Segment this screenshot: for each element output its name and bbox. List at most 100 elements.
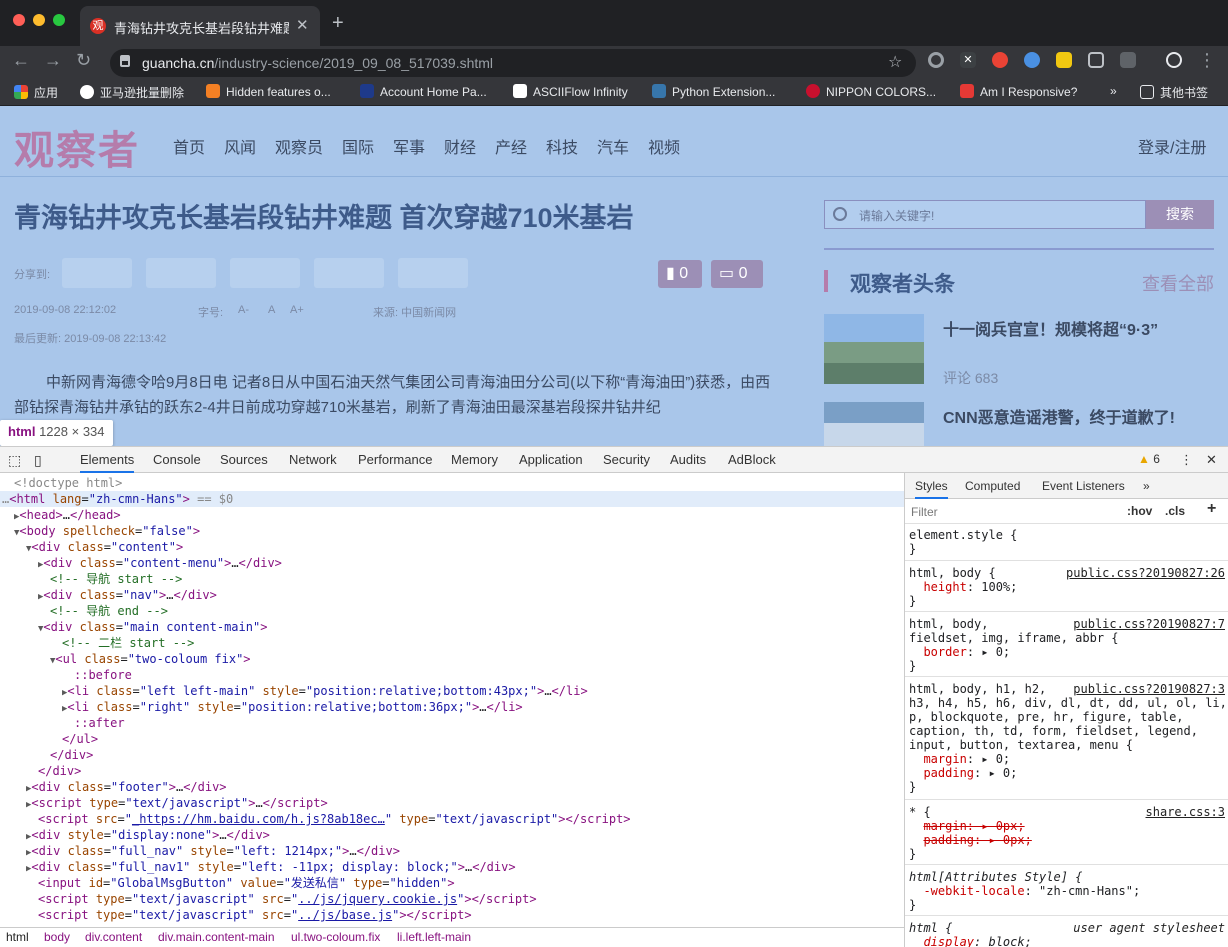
- dom-line[interactable]: <script type="text/javascript" src="../j…: [38, 907, 472, 923]
- tab-audits[interactable]: Audits: [670, 452, 706, 467]
- dom-line[interactable]: ▶<div class="content-menu">…</div>: [38, 555, 282, 571]
- dom-comment[interactable]: <!-- 导航 start -->: [50, 571, 182, 587]
- comment-count-button[interactable]: ▭ 0: [711, 260, 763, 288]
- nav-item[interactable]: 观察员: [275, 134, 323, 158]
- dom-line[interactable]: ▶<div class="footer">…</div>: [26, 779, 227, 795]
- font-normal-button[interactable]: A: [268, 304, 275, 316]
- back-icon[interactable]: ←: [12, 50, 30, 71]
- dom-pseudo[interactable]: ::before: [74, 667, 132, 683]
- font-larger-button[interactable]: A+: [290, 304, 304, 316]
- tab-network[interactable]: Network: [289, 452, 337, 467]
- breadcrumb-item[interactable]: div.main.content-main: [158, 930, 275, 944]
- bookmark-item[interactable]: Am I Responsive?: [960, 84, 1077, 99]
- tab-performance[interactable]: Performance: [358, 452, 432, 467]
- menu-icon[interactable]: ⋮: [1198, 50, 1216, 71]
- bookmark-count-button[interactable]: ▮ 0: [658, 260, 702, 288]
- dom-pseudo[interactable]: ::after: [74, 715, 125, 731]
- forward-icon[interactable]: →: [44, 50, 62, 71]
- news-thumbnail[interactable]: [824, 314, 924, 384]
- news-title[interactable]: CNN恶意造谣港警，终于道歉了!: [943, 404, 1175, 428]
- share-favorite-button[interactable]: [230, 258, 300, 288]
- bookmarks-overflow-icon[interactable]: »: [1110, 84, 1117, 98]
- tab-sources[interactable]: Sources: [220, 452, 268, 467]
- tab-event-listeners[interactable]: Event Listeners: [1042, 479, 1125, 493]
- nav-item[interactable]: 视频: [648, 134, 680, 158]
- nav-item[interactable]: 风闻: [224, 134, 256, 158]
- tab-elements[interactable]: Elements: [80, 452, 135, 473]
- dom-line[interactable]: ▶<div class="nav">…</div>: [38, 587, 217, 603]
- dom-line[interactable]: </div>: [38, 763, 81, 779]
- tab-console[interactable]: Console: [153, 452, 201, 467]
- bookmark-item[interactable]: Python Extension...: [652, 84, 775, 99]
- hover-state-toggle[interactable]: :hov: [1127, 504, 1152, 518]
- dom-line[interactable]: ▶<li class="left left-main" style="posit…: [62, 683, 588, 699]
- source-link[interactable]: public.css?20190827:3: [1073, 682, 1225, 696]
- nav-item[interactable]: 科技: [546, 134, 578, 158]
- minimize-window-button[interactable]: [33, 14, 45, 26]
- dom-line[interactable]: ▼<body spellcheck="false">: [14, 523, 200, 539]
- close-window-button[interactable]: [13, 14, 25, 26]
- breadcrumb-item[interactable]: div.content: [85, 930, 142, 944]
- style-rule[interactable]: element.style { }: [905, 525, 1228, 561]
- tab-memory[interactable]: Memory: [451, 452, 498, 467]
- bookmark-item[interactable]: 亚马逊批量删除: [80, 84, 184, 101]
- browser-tab[interactable]: 观 青海钻井攻克长基岩段钻井难题 ✕: [80, 6, 320, 46]
- nav-item[interactable]: 产经: [495, 134, 527, 158]
- dom-line[interactable]: ▶<script type="text/javascript">…</scrip…: [26, 795, 328, 811]
- warnings-badge[interactable]: ▲ 6: [1138, 452, 1160, 466]
- bookmark-apps[interactable]: 应用: [14, 84, 58, 101]
- filter-input[interactable]: Filter: [911, 505, 938, 519]
- zoom-window-button[interactable]: [53, 14, 65, 26]
- close-devtools-icon[interactable]: ✕: [1206, 452, 1217, 468]
- profile-icon[interactable]: [1166, 52, 1182, 68]
- device-toolbar-icon[interactable]: ▯: [34, 452, 42, 469]
- dom-line[interactable]: ▶<li class="right" style="position:relat…: [62, 699, 523, 715]
- style-rule[interactable]: html, body { height: 100%; } public.css?…: [905, 562, 1228, 612]
- other-bookmarks[interactable]: 其他书签: [1140, 84, 1208, 101]
- source-link[interactable]: public.css?20190827:26: [1066, 566, 1225, 580]
- font-smaller-button[interactable]: A-: [238, 304, 249, 316]
- dom-line[interactable]: ▶<div class="full_nav" style="left: 1214…: [26, 843, 400, 859]
- tab-security[interactable]: Security: [603, 452, 650, 467]
- extension-yellow-icon[interactable]: [1056, 52, 1072, 68]
- more-tabs-icon[interactable]: »: [1143, 479, 1150, 493]
- share-more-button[interactable]: [398, 258, 468, 288]
- extension-x-icon[interactable]: ✕: [960, 52, 976, 68]
- bookmark-star-icon[interactable]: ☆: [888, 52, 902, 72]
- site-logo[interactable]: 观察者: [14, 118, 140, 176]
- dom-line[interactable]: ▶<head>…</head>: [14, 507, 121, 523]
- inspect-element-icon[interactable]: ⬚: [8, 452, 21, 469]
- close-tab-icon[interactable]: ✕: [296, 16, 309, 34]
- dom-comment[interactable]: <!-- 导航 end -->: [50, 603, 168, 619]
- new-tab-button[interactable]: +: [332, 12, 344, 35]
- class-toggle[interactable]: .cls: [1165, 504, 1185, 518]
- dom-line[interactable]: ▶<div style="display:none">…</div>: [26, 827, 270, 843]
- extension-check-icon[interactable]: [1024, 52, 1040, 68]
- extension-circle-icon[interactable]: [928, 52, 944, 68]
- bookmark-item[interactable]: NIPPON COLORS...: [806, 84, 936, 99]
- bookmark-item[interactable]: Hidden features o...: [206, 84, 331, 99]
- share-weibo-button[interactable]: [62, 258, 132, 288]
- nav-item[interactable]: 军事: [393, 134, 425, 158]
- breadcrumb-item[interactable]: body: [44, 930, 70, 944]
- login-link[interactable]: 登录/注册: [1138, 134, 1206, 158]
- style-rule[interactable]: html[Attributes Style] { -webkit-locale:…: [905, 866, 1228, 916]
- extension-grid-icon[interactable]: [1120, 52, 1136, 68]
- nav-item[interactable]: 首页: [173, 134, 205, 158]
- dom-line[interactable]: </div>: [50, 747, 93, 763]
- style-rule[interactable]: html, body, fieldset, img, iframe, abbr …: [905, 613, 1228, 677]
- news-title[interactable]: 十一阅兵官宣！规模将超“9·3”: [943, 316, 1158, 340]
- dom-line[interactable]: <input id="GlobalMsgButton" value="发送私信"…: [38, 875, 455, 891]
- address-bar[interactable]: guancha.cn/industry-science/2019_09_08_5…: [110, 49, 916, 77]
- tab-application[interactable]: Application: [519, 452, 583, 467]
- extension-adblock-icon[interactable]: [992, 52, 1008, 68]
- dom-line[interactable]: <script type="text/javascript" src="../j…: [38, 891, 537, 907]
- tab-styles[interactable]: Styles: [915, 479, 948, 499]
- dom-line[interactable]: ▼<div class="content">: [26, 539, 183, 555]
- style-rule[interactable]: * { margin: ▸ 0px; padding: ▸ 0px; } sha…: [905, 801, 1228, 865]
- dom-line[interactable]: ▼<div class="main content-main">: [38, 619, 267, 635]
- dom-line[interactable]: ▼<ul class="two-coloum fix">: [50, 651, 251, 667]
- breadcrumb-item[interactable]: html: [6, 930, 29, 944]
- breadcrumb-item[interactable]: ul.two-coloum.fix: [291, 930, 380, 944]
- breadcrumb-item[interactable]: li.left.left-main: [397, 930, 471, 944]
